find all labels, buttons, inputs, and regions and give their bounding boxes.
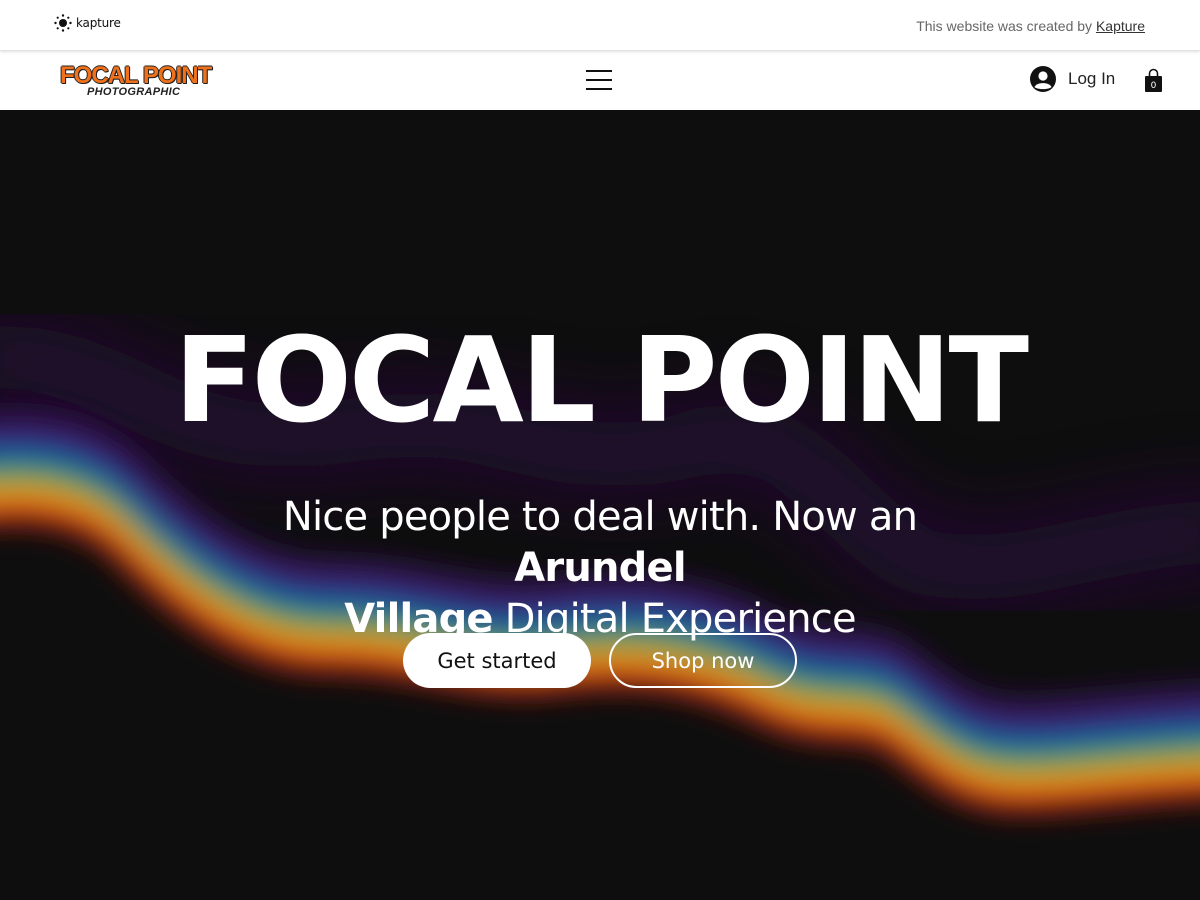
kapture-link[interactable]: Kapture xyxy=(1096,18,1145,34)
login-label: Log In xyxy=(1068,69,1116,88)
kapture-banner: kapture This website was created by Kapt… xyxy=(0,0,1200,51)
subtitle-bold-arundel: Arundel xyxy=(514,545,686,591)
kapture-logo[interactable]: kapture xyxy=(54,14,121,32)
user-avatar-icon xyxy=(1030,66,1056,92)
credit-text: This website was created by xyxy=(916,18,1096,34)
menu-icon[interactable] xyxy=(586,68,612,92)
hero-title: FOCAL POINT xyxy=(173,311,1029,449)
hero-section: FOCAL POINT Nice people to deal with. No… xyxy=(0,110,1200,900)
cart-button[interactable]: 0 xyxy=(1144,68,1163,98)
kapture-logo-text: kapture xyxy=(76,16,121,30)
hero-subtitle: Nice people to deal with. Now an Arundel… xyxy=(200,492,1000,645)
shopping-bag-icon: 0 xyxy=(1145,68,1162,92)
site-credit: This website was created by Kapture xyxy=(916,18,1145,34)
cart-count: 0 xyxy=(1151,81,1157,91)
login-button[interactable]: Log In xyxy=(1030,66,1115,92)
brand-name: FOCAL POINT xyxy=(60,62,212,89)
get-started-button[interactable]: Get started xyxy=(403,633,591,688)
subtitle-text-1: Nice people to deal with. Now an xyxy=(282,494,918,540)
brand-logo[interactable]: FOCAL POINT PHOTOGRAPHIC xyxy=(60,62,212,98)
shop-now-button[interactable]: Shop now xyxy=(609,633,797,688)
sun-icon xyxy=(54,14,72,32)
site-header: FOCAL POINT PHOTOGRAPHIC Log In 0 xyxy=(0,51,1200,110)
